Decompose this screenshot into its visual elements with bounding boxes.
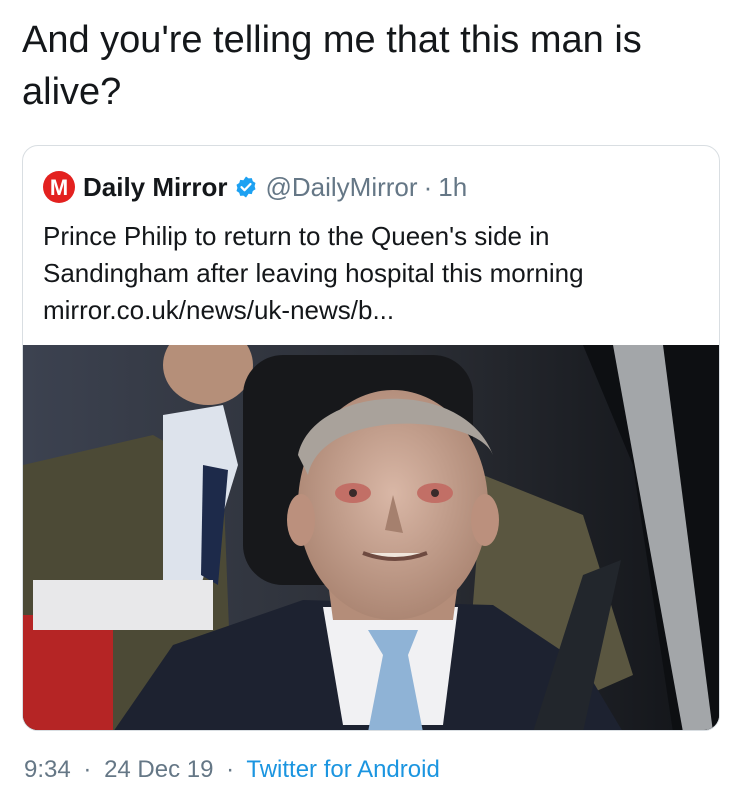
tweet-meta: 9:34 · 24 Dec 19 · Twitter for Android	[24, 756, 440, 784]
meta-separator: ·	[226, 756, 235, 783]
author-name[interactable]: Daily Mirror	[83, 172, 228, 203]
client-link[interactable]: Twitter for Android	[246, 756, 439, 783]
quoted-tweet-body: Prince Philip to return to the Queen's s…	[43, 218, 703, 329]
tweet-text: And you're telling me that this man is a…	[22, 19, 642, 113]
body-line: Sandingham after leaving hospital this m…	[43, 258, 584, 288]
quoted-tweet-photo[interactable]	[23, 345, 719, 730]
header-separator: ·	[423, 171, 433, 202]
body-line: Prince Philip to return to the Queen's s…	[43, 221, 550, 251]
tweet-date: 24 Dec 19	[104, 756, 214, 783]
quoted-tweet-header: M Daily Mirror @DailyMirror · 1h	[43, 170, 467, 204]
author-handle[interactable]: @DailyMirror	[266, 172, 418, 203]
meta-separator: ·	[83, 756, 92, 783]
quoted-tweet-card[interactable]: M Daily Mirror @DailyMirror · 1h Prince …	[22, 145, 720, 731]
svg-text:M: M	[50, 175, 68, 200]
daily-mirror-logo-icon[interactable]: M	[43, 171, 75, 203]
verified-badge-icon	[234, 175, 258, 199]
tweet-time-stamp: 9:34	[24, 756, 71, 783]
article-link[interactable]: mirror.co.uk/news/uk-news/b...	[43, 292, 703, 329]
tweet-time[interactable]: 1h	[438, 172, 467, 203]
